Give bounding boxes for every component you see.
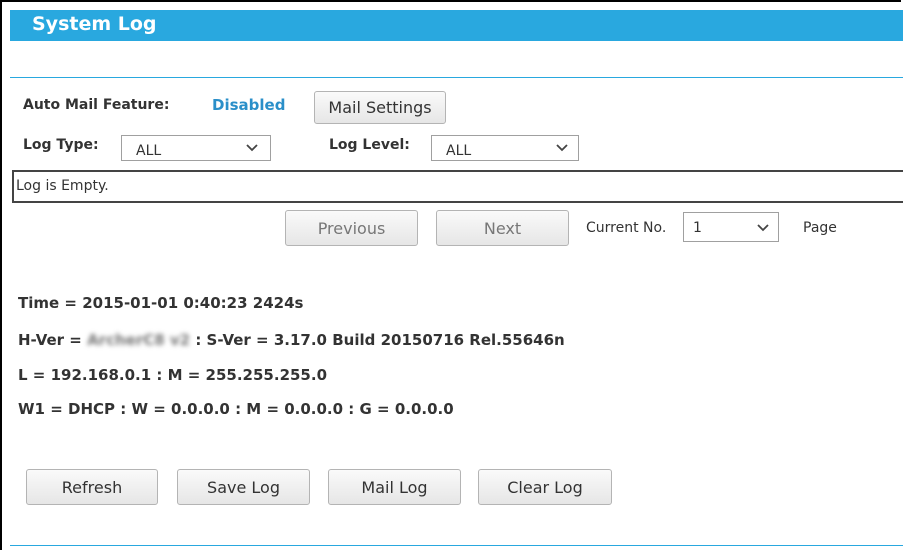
divider bbox=[10, 545, 903, 546]
mail-settings-button[interactable]: Mail Settings bbox=[314, 91, 446, 124]
page-select[interactable]: 1 bbox=[683, 212, 779, 242]
log-level-value: ALL bbox=[446, 143, 472, 159]
log-empty-text: Log is Empty. bbox=[16, 178, 109, 194]
log-type-select[interactable]: ALL bbox=[121, 135, 271, 161]
mail-log-label: Mail Log bbox=[361, 477, 428, 497]
chevron-down-icon bbox=[556, 144, 568, 152]
save-log-label: Save Log bbox=[207, 477, 280, 497]
chevron-down-icon bbox=[757, 224, 769, 232]
clear-log-label: Clear Log bbox=[507, 477, 583, 497]
refresh-label: Refresh bbox=[61, 477, 123, 497]
time-line: Time = 2015-01-01 0:40:23 2424s bbox=[18, 294, 304, 312]
log-output[interactable]: Log is Empty. bbox=[12, 170, 903, 203]
previous-label: Previous bbox=[317, 218, 386, 238]
version-line: H-Ver = ArcherC8 v2 : S-Ver = 3.17.0 Bui… bbox=[18, 331, 565, 349]
mail-settings-label: Mail Settings bbox=[328, 98, 432, 117]
log-level-label: Log Level: bbox=[329, 137, 410, 153]
log-level-select[interactable]: ALL bbox=[431, 135, 579, 161]
chevron-down-icon bbox=[246, 144, 258, 152]
lan-line: L = 192.168.0.1 : M = 255.255.255.0 bbox=[18, 366, 328, 384]
previous-button[interactable]: Previous bbox=[285, 210, 418, 246]
wan-line: W1 = DHCP : W = 0.0.0.0 : M = 0.0.0.0 : … bbox=[18, 400, 454, 418]
next-button[interactable]: Next bbox=[436, 210, 569, 246]
title-bar: System Log bbox=[10, 10, 903, 41]
hver-model-redacted: ArcherC8 v2 bbox=[87, 331, 191, 349]
page-select-value: 1 bbox=[693, 220, 702, 236]
save-log-button[interactable]: Save Log bbox=[177, 469, 310, 505]
current-no-label: Current No. bbox=[586, 220, 667, 236]
log-type-label: Log Type: bbox=[23, 137, 99, 153]
app-frame bbox=[0, 0, 901, 550]
next-label: Next bbox=[483, 218, 522, 238]
auto-mail-status: Disabled bbox=[212, 96, 286, 114]
page-title: System Log bbox=[32, 13, 157, 35]
hver-prefix: H-Ver = bbox=[18, 331, 88, 349]
page-label: Page bbox=[803, 220, 837, 236]
refresh-button[interactable]: Refresh bbox=[26, 469, 158, 505]
clear-log-button[interactable]: Clear Log bbox=[478, 469, 612, 505]
hver-suffix: : S-Ver = 3.17.0 Build 20150716 Rel.5564… bbox=[190, 331, 565, 349]
auto-mail-label: Auto Mail Feature: bbox=[23, 97, 170, 113]
log-type-value: ALL bbox=[136, 143, 162, 159]
divider bbox=[10, 77, 903, 78]
mail-log-button[interactable]: Mail Log bbox=[328, 469, 461, 505]
